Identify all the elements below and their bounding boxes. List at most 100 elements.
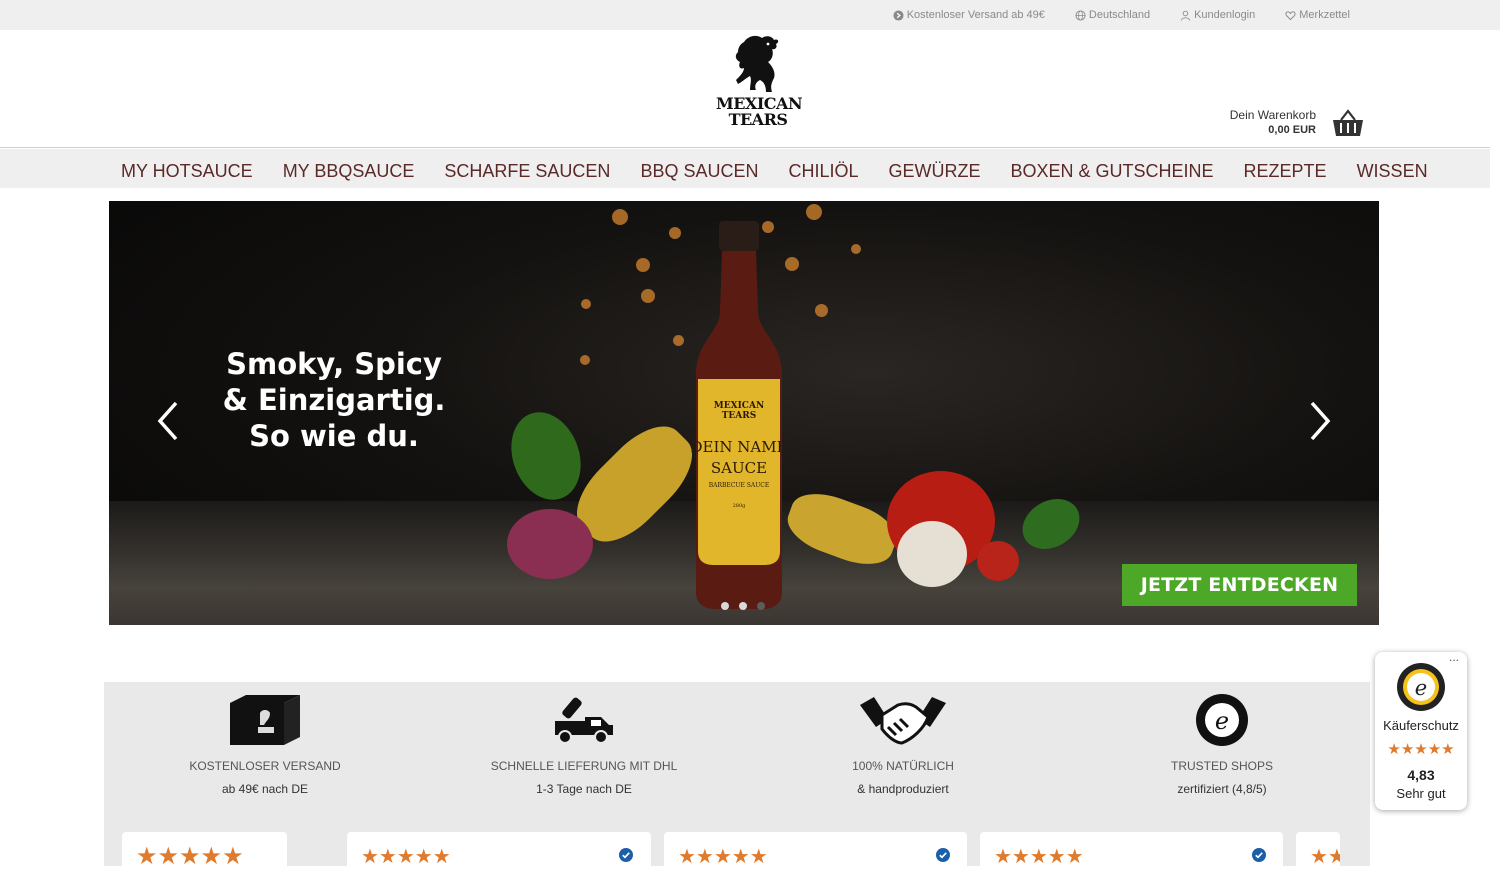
slider-next-icon[interactable] [1304,399,1334,443]
bokeh-light [673,335,684,346]
trusted-shops-seal-icon: e [1196,694,1248,746]
feature-trusted-shops: e TRUSTED SHOPS zertifiziert (4,8/5) [1092,690,1352,796]
slider-dot[interactable] [721,602,729,610]
feature-subtitle: 1-3 Tage nach DE [536,782,632,796]
customer-login-link[interactable]: Kundenlogin [1180,9,1255,21]
truck-icon [555,697,613,744]
nav-item-wissen[interactable]: WISSEN [1346,149,1439,188]
trusted-shops-badge[interactable]: ... e Käuferschutz ★★★★★ 4,83 Sehr gut [1375,650,1467,810]
review-card[interactable]: ★★★★★ [980,832,1283,872]
hero-headline-line-1: Smoky, Spicy [226,347,442,381]
customer-login-text: Kundenlogin [1194,9,1256,21]
feature-natural: 100% NATÜRLICH & handproduziert [773,690,1033,796]
site-logo[interactable]: MEXICAN TEARS [716,34,803,138]
trusted-grade: Sehr gut [1396,786,1446,801]
review-card[interactable]: ★★★★★ [664,832,967,872]
heart-icon [1285,10,1296,20]
review-stars: ★★★★★ [136,843,244,870]
box-icon [230,695,300,745]
top-bar: Kostenloser Versand ab 49€ Deutschland K… [0,0,1500,30]
red-onion [507,509,593,579]
logo-line-2: TEARS [728,110,788,129]
review-stars: ★★★★★ [994,846,1084,868]
buyer-protection-label: Käuferschutz [1383,718,1459,733]
review-stars: ★★★★★ [678,846,768,868]
feature-free-shipping: KOSTENLOSER VERSAND ab 49€ nach DE [135,690,395,796]
bottle-weight: 280g [732,503,746,509]
review-summary-card[interactable]: ★★★★★ [122,832,287,872]
bokeh-light [669,227,681,239]
nav-item-bbq-saucen[interactable]: BBQ SAUCEN [629,149,769,188]
bokeh-light [815,304,828,317]
feature-subtitle: zertifiziert (4,8/5) [1177,782,1267,796]
user-icon [1180,10,1191,21]
review-card-partial[interactable]: ★★★★★ [1296,832,1340,872]
slider-dot[interactable] [739,602,747,610]
nav-item-my-bbqsauce[interactable]: MY BBQSAUCE [272,149,426,188]
country-selector[interactable]: Deutschland [1075,9,1150,21]
verified-badge-icon [619,848,633,862]
country-text: Deutschland [1088,9,1151,21]
feature-title: SCHNELLE LIEFERUNG MIT DHL [490,759,678,773]
green-pepper [499,402,593,510]
bokeh-light [851,244,861,254]
nav-items: MY HOTSAUCE MY BBQSAUCE SCHARFE SAUCEN B… [110,149,1447,188]
bokeh-light [612,209,628,225]
feature-fast-delivery: SCHNELLE LIEFERUNG MIT DHL 1-3 Tage nach… [454,690,714,796]
wishlist-link[interactable]: Merkzettel [1285,9,1350,21]
cta-discover-button[interactable]: JETZT ENTDECKEN [1122,564,1357,606]
hero-headline-line-3: So wie du. [249,419,419,453]
nav-item-chilioel[interactable]: CHILIÖL [777,149,869,188]
trusted-score: 4,83 [1407,767,1435,783]
bokeh-light [636,258,650,272]
bokeh-light [806,204,822,220]
site-header: MEXICAN TEARS Dein Warenkorb 0,00 EUR [0,30,1490,148]
feature-subtitle: ab 49€ nach DE [221,782,309,796]
review-stars: ★★★★★ [361,846,451,868]
main-navigation: MY HOTSAUCE MY BBQSAUCE SCHARFE SAUCEN B… [0,149,1490,188]
slider-dot[interactable] [757,602,765,610]
nav-item-rezepte[interactable]: REZEPTE [1233,149,1338,188]
feature-title: KOSTENLOSER VERSAND [189,759,341,773]
feature-subtitle: & handproduziert [857,782,949,796]
cart-label: Dein Warenkorb [1229,108,1316,122]
nav-item-boxen-gutscheine[interactable]: BOXEN & GUTSCHEINE [1000,149,1225,188]
globe-icon [1075,9,1086,21]
shipping-info-text: Kostenloser Versand ab 49€ [906,9,1045,21]
bokeh-light [641,289,655,303]
hero-headline: Smoky, Spicy & Einzigartig. So wie du. [219,346,449,454]
bottle-brand-line-2: TEARS [721,411,757,421]
bokeh-light [580,355,590,365]
trusted-stars: ★★★★★ [1387,741,1455,758]
cart-button[interactable]: Dein Warenkorb 0,00 EUR [1224,106,1364,140]
nav-item-scharfe-saucen[interactable]: SCHARFE SAUCEN [433,149,621,188]
slider-prev-icon[interactable] [154,399,184,443]
cart-summary: Dein Warenkorb 0,00 EUR [1230,108,1316,138]
arrow-circle-icon [893,9,904,21]
bottle-name-line-1: DEIN NAME [690,438,788,456]
nav-item-gewuerze[interactable]: GEWÜRZE [878,149,992,188]
hero-slider[interactable]: MEXICAN TEARS DEIN NAME SAUCE BARBECUE S… [109,201,1379,625]
basket-icon [1333,109,1363,136]
cart-amount: 0,00 EUR [1268,124,1316,136]
svg-text:e: e [1415,676,1427,700]
bottle-label: MEXICAN TEARS DEIN NAME SAUCE BARBECUE S… [684,401,794,510]
handshake-icon [860,697,946,745]
logo-wordmark: MEXICAN TEARS [716,96,803,129]
svg-text:e: e [1215,707,1229,735]
verified-badge-icon [1252,848,1266,862]
top-bar-links: Kostenloser Versand ab 49€ Deutschland K… [893,0,1350,30]
wishlist-text: Merkzettel [1299,9,1350,21]
more-options-icon[interactable]: ... [1449,650,1459,664]
review-card[interactable]: ★★★★★ [347,832,651,872]
hero-headline-line-2: & Einzigartig. [222,383,446,417]
bokeh-light [581,299,591,309]
nav-item-my-hotsauce[interactable]: MY HOTSAUCE [110,149,264,188]
bull-logo-icon [735,35,779,92]
bottle-type: BARBECUE SAUCE [708,482,770,489]
review-stars: ★★★★★ [1310,846,1340,868]
cherry-tomato [977,541,1019,581]
feature-title: 100% NATÜRLICH [852,759,954,773]
verified-badge-icon [936,848,950,862]
shipping-info-link[interactable]: Kostenloser Versand ab 49€ [893,9,1045,21]
